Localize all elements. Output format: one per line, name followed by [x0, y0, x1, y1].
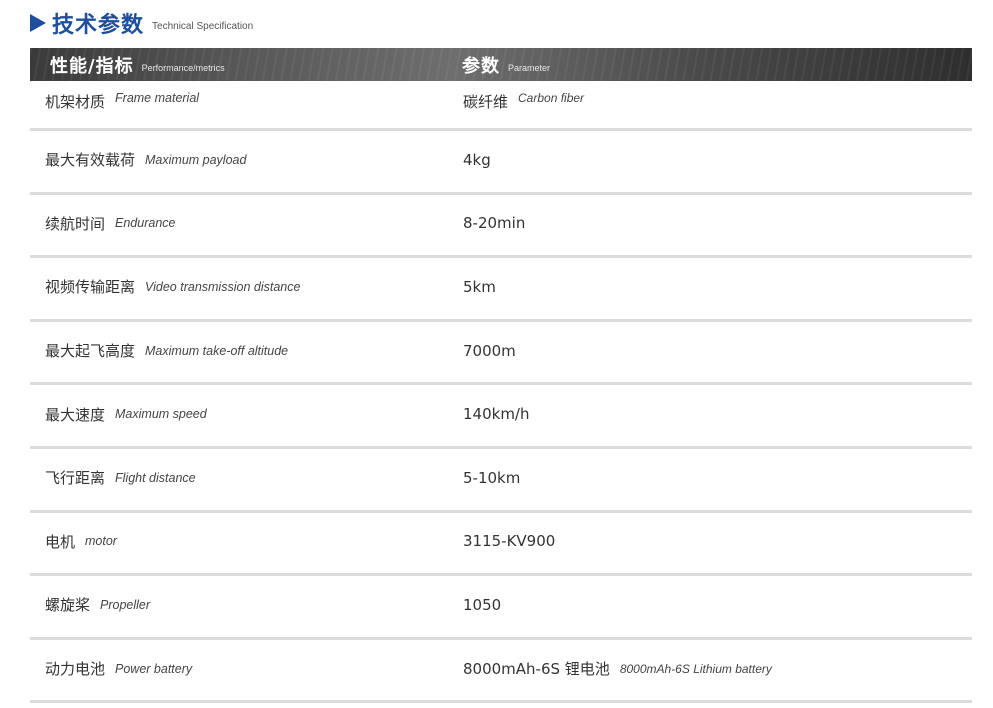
parameter-value-en: Carbon fiber — [518, 91, 585, 105]
value-cell: 8000mAh-6S 锂电池 8000mAh-6S Lithium battery — [463, 640, 772, 698]
parameter-value: 8-20min — [463, 214, 526, 233]
metric-name-en: Video transmission distance — [145, 279, 301, 294]
metric-name-cn: 飞行距离 — [45, 469, 106, 488]
parameter-value: 4kg — [463, 150, 491, 169]
column-header-metrics: 性能/指标 Performance/metrics — [50, 48, 225, 81]
metric-name-en: Power battery — [115, 661, 193, 676]
value-cell: 5-10km — [463, 449, 520, 507]
table-header: 性能/指标 Performance/metrics 参数 Parameter — [30, 48, 972, 81]
table-row: 动力电池 Power battery 8000mAh-6S 锂电池 8000mAh-6… — [30, 640, 972, 704]
value-cell: 7000m — [463, 322, 516, 380]
metric-name-cn: 电机 — [45, 532, 76, 551]
metric-cell: 最大速度 Maximum speed — [45, 385, 207, 443]
parameter-value-en: 8000mAh-6S Lithium battery — [619, 661, 772, 676]
column-header-parameter: 参数 Parameter — [462, 48, 550, 81]
value-cell: 140km/h — [463, 385, 530, 443]
table-row: 最大速度 Maximum speed 140km/h — [30, 385, 972, 449]
value-cell: 8-20min — [463, 195, 525, 253]
parameter-value: 8000mAh-6S 锂电池 — [463, 660, 610, 679]
metric-name-en: Maximum payload — [145, 152, 247, 167]
table-row: 最大有效载荷 Maximum payload 4kg — [30, 131, 972, 195]
metric-cell: 续航时间 Endurance — [45, 195, 175, 253]
column-header-cn: 性能/指标 — [50, 55, 134, 77]
metric-name-en: Propeller — [100, 597, 151, 612]
metric-name-en: Maximum take-off altitude — [145, 343, 289, 358]
metric-cell: 电机 motor — [45, 513, 117, 571]
table-row: 电机 motor 3115-KV900 — [30, 513, 972, 577]
metric-name-cn: 螺旋桨 — [45, 596, 91, 615]
value-cell: 1050 — [463, 576, 501, 634]
metric-cell: 螺旋桨 Propeller — [45, 576, 150, 634]
parameter-value: 1050 — [463, 595, 502, 614]
metric-cell: 机架材质 Frame material — [45, 81, 199, 125]
column-header-en: Performance/metrics — [141, 62, 225, 73]
metric-name-cn: 最大起飞高度 — [45, 342, 136, 361]
metric-name-en: Endurance — [115, 216, 176, 231]
section-title: 技术参数 Technical Specification — [30, 8, 253, 38]
parameter-value: 7000m — [463, 341, 516, 360]
triangle-right-icon — [30, 14, 46, 32]
metric-cell: 飞行距离 Flight distance — [45, 449, 196, 507]
metric-name-cn: 最大速度 — [45, 405, 106, 424]
title-en: Technical Specification — [152, 20, 254, 32]
column-header-cn: 参数 — [462, 55, 500, 77]
metric-cell: 视频传输距离 Video transmission distance — [45, 258, 300, 316]
table-row: 飞行距离 Flight distance 5-10km — [30, 449, 972, 513]
title-cn: 技术参数 — [52, 13, 145, 38]
metric-name-cn: 视频传输距离 — [45, 278, 136, 297]
metric-cell: 最大起飞高度 Maximum take-off altitude — [45, 322, 288, 380]
metric-name-cn: 动力电池 — [45, 660, 106, 679]
metric-cell: 动力电池 Power battery — [45, 640, 192, 698]
parameter-value: 3115-KV900 — [463, 532, 556, 551]
table-row: 螺旋桨 Propeller 1050 — [30, 576, 972, 640]
table-row: 机架材质 Frame material 碳纤维 Carbon fiber — [30, 81, 972, 131]
value-cell: 5km — [463, 258, 496, 316]
parameter-value: 140km/h — [463, 405, 530, 424]
metric-name-en: Maximum speed — [115, 407, 207, 422]
metric-name-en: Flight distance — [115, 470, 196, 485]
table-body: 机架材质 Frame material 碳纤维 Carbon fiber 最大有效载荷 M… — [30, 81, 972, 704]
table-row: 最大起飞高度 Maximum take-off altitude 7000m — [30, 322, 972, 386]
metric-name-en: Frame material — [115, 91, 200, 105]
metric-name-cn: 最大有效载荷 — [45, 151, 136, 170]
parameter-value: 碳纤维 — [463, 93, 509, 111]
parameter-value: 5-10km — [463, 468, 521, 487]
metric-name-cn: 续航时间 — [45, 214, 106, 233]
metric-name-en: motor — [85, 534, 117, 549]
value-cell: 碳纤维 Carbon fiber — [463, 81, 584, 125]
table-row: 续航时间 Endurance 8-20min — [30, 195, 972, 259]
metric-cell: 最大有效载荷 Maximum payload — [45, 131, 246, 189]
metric-name-cn: 机架材质 — [45, 93, 106, 111]
table-row: 视频传输距离 Video transmission distance 5km — [30, 258, 972, 322]
column-header-en: Parameter — [508, 62, 551, 73]
parameter-value: 5km — [463, 277, 496, 296]
spec-table: 性能/指标 Performance/metrics 参数 Parameter 机… — [30, 48, 972, 704]
value-cell: 4kg — [463, 131, 491, 189]
value-cell: 3115-KV900 — [463, 513, 555, 571]
